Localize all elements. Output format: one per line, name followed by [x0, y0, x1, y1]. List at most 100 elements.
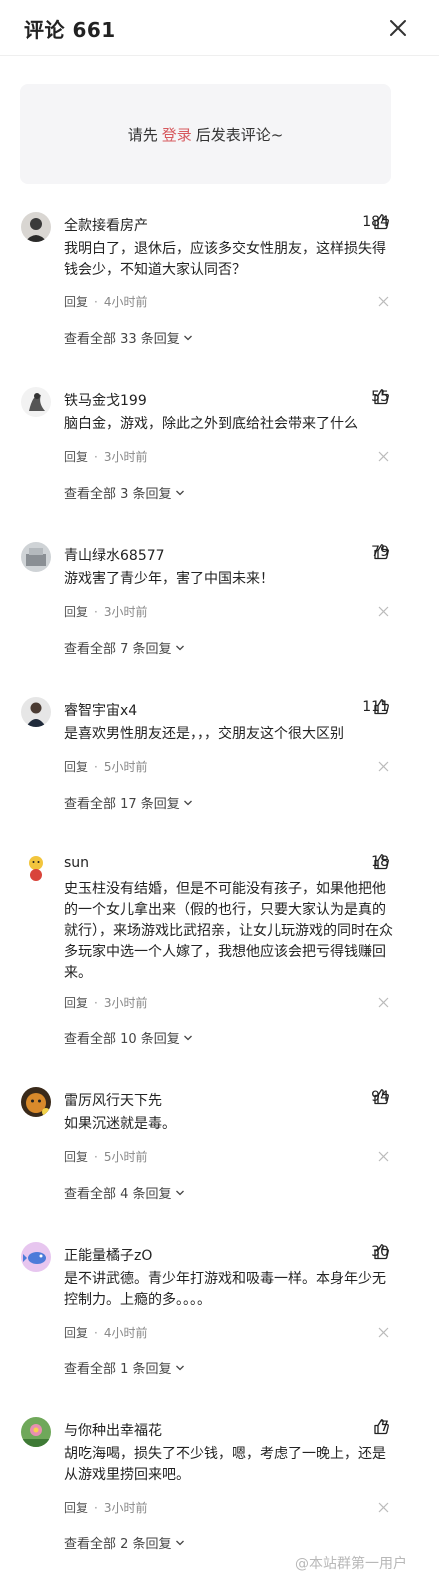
meta-separator: · [94, 450, 98, 464]
comment-content: 脑白金，游戏，除此之外到底给社会带来了什么 [64, 416, 358, 432]
view-all-replies-button[interactable]: 查看全部 4 条回复 [64, 1183, 185, 1202]
view-all-replies-label: 查看全部 2 条回复 [64, 1537, 172, 1552]
view-all-replies-button[interactable]: 查看全部 33 条回复 [64, 328, 193, 347]
thumbs-up-icon[interactable] [373, 698, 390, 715]
reply-button[interactable]: 回复 [64, 1150, 88, 1164]
avatar[interactable] [21, 697, 51, 727]
comment-meta: 回复 · 4小时前 [64, 1324, 147, 1341]
meta-separator: · [94, 996, 98, 1010]
view-all-replies-label: 查看全部 4 条回复 [64, 1187, 172, 1202]
chevron-down-icon [175, 1190, 184, 1195]
comment-time: 4小时前 [103, 1326, 148, 1340]
thumbs-up-icon[interactable] [373, 213, 390, 230]
meta-separator: · [94, 1501, 98, 1515]
comment-meta: 回复 · 3小时前 [64, 1499, 147, 1516]
comment-content: 是不讲武德。青少年打游戏和吸毒一样。本身年少无控制力。上瘾的多。。。。 [64, 1271, 386, 1308]
thumbs-up-icon[interactable] [373, 388, 390, 405]
avatar[interactable] [21, 1087, 51, 1117]
view-all-replies-button[interactable]: 查看全部 3 条回复 [64, 483, 185, 502]
reply-button[interactable]: 回复 [64, 1326, 88, 1340]
reply-button[interactable]: 回复 [64, 295, 88, 309]
reply-button[interactable]: 回复 [64, 760, 88, 774]
thumbs-up-icon[interactable] [373, 1088, 390, 1105]
avatar[interactable] [21, 542, 51, 572]
delete-icon[interactable] [378, 451, 389, 462]
comment-time: 3小时前 [103, 1501, 148, 1515]
avatar[interactable] [21, 1242, 51, 1272]
avatar[interactable] [21, 852, 51, 882]
view-all-replies-button[interactable]: 查看全部 7 条回复 [64, 638, 185, 657]
chevron-down-icon [175, 1540, 184, 1545]
comment-username[interactable]: sun [64, 855, 89, 871]
meta-separator: · [94, 295, 98, 309]
close-button[interactable] [386, 16, 410, 40]
meta-separator: · [94, 760, 98, 774]
comment-content: 史玉柱没有结婚，但是不可能没有孩子，如果他把他的一个女儿拿出来（假的也行，只要大… [64, 881, 393, 981]
comments-header: 评论 661 [0, 0, 439, 56]
comment-time: 4小时前 [103, 295, 148, 309]
comment-meta: 回复 · 4小时前 [64, 293, 147, 310]
view-all-replies-label: 查看全部 33 条回复 [64, 332, 180, 347]
comment-meta: 回复 · 3小时前 [64, 994, 147, 1011]
comment-username[interactable]: 正能量橘子zO [64, 1245, 152, 1265]
thumbs-up-icon[interactable] [373, 853, 390, 870]
watermark: @本站群第一用户 [295, 1556, 407, 1572]
comment-username[interactable]: 铁马金戈199 [64, 390, 147, 410]
close-icon [390, 20, 406, 36]
delete-icon[interactable] [378, 606, 389, 617]
delete-icon[interactable] [378, 761, 389, 772]
view-all-replies-label: 查看全部 10 条回复 [64, 1032, 180, 1047]
delete-icon[interactable] [378, 1327, 389, 1338]
reply-button[interactable]: 回复 [64, 605, 88, 619]
login-prompt-after: 后发表评论~ [195, 125, 284, 144]
chevron-down-icon [183, 335, 192, 340]
comment-meta: 回复 · 5小时前 [64, 1148, 147, 1165]
comment-content: 如果沉迷就是毒。 [64, 1116, 176, 1132]
view-all-replies-label: 查看全部 7 条回复 [64, 642, 172, 657]
comment-time: 3小时前 [103, 996, 148, 1010]
chevron-down-icon [175, 645, 184, 650]
meta-separator: · [94, 605, 98, 619]
comment-username[interactable]: 青山绿水68577 [64, 545, 165, 565]
comment-username[interactable]: 雷厉风行天下先 [64, 1090, 162, 1110]
avatar[interactable] [21, 1417, 51, 1447]
reply-button[interactable]: 回复 [64, 1501, 88, 1515]
comment-time: 3小时前 [103, 605, 148, 619]
thumbs-up-icon[interactable] [373, 1418, 390, 1435]
reply-button[interactable]: 回复 [64, 996, 88, 1010]
reply-button[interactable]: 回复 [64, 450, 88, 464]
view-all-replies-button[interactable]: 查看全部 10 条回复 [64, 1028, 193, 1047]
login-link[interactable]: 登录 [162, 124, 192, 145]
view-all-replies-button[interactable]: 查看全部 17 条回复 [64, 793, 193, 812]
comments-title: 评论 661 [24, 18, 116, 42]
login-prompt-before: 请先 [127, 125, 158, 144]
chevron-down-icon [175, 1365, 184, 1370]
meta-separator: · [94, 1150, 98, 1164]
comment-username[interactable]: 全款接看房产 [64, 215, 148, 235]
comment-content: 游戏害了青少年，害了中国未来！ [64, 571, 274, 587]
comment-meta: 回复 · 3小时前 [64, 448, 147, 465]
meta-separator: · [94, 1326, 98, 1340]
thumbs-up-icon[interactable] [373, 543, 390, 560]
delete-icon[interactable] [378, 1502, 389, 1513]
comment-time: 5小时前 [103, 1150, 148, 1164]
thumbs-up-icon[interactable] [373, 1243, 390, 1260]
delete-icon[interactable] [378, 1151, 389, 1162]
chevron-down-icon [175, 490, 184, 495]
comment-time: 3小时前 [103, 450, 148, 464]
delete-icon[interactable] [378, 296, 389, 307]
view-all-replies-button[interactable]: 查看全部 1 条回复 [64, 1358, 185, 1377]
view-all-replies-label: 查看全部 1 条回复 [64, 1362, 172, 1377]
comment-username[interactable]: 与你种出幸福花 [64, 1420, 162, 1440]
view-all-replies-button[interactable]: 查看全部 2 条回复 [64, 1533, 185, 1552]
view-all-replies-label: 查看全部 3 条回复 [64, 487, 172, 502]
login-prompt: 请先 登录 后发表评论~ [20, 84, 391, 184]
comment-content: 我明白了，退休后，应该多交女性朋友，这样损失得钱会少，不知道大家认同否？ [64, 241, 386, 278]
comment-meta: 回复 · 3小时前 [64, 603, 147, 620]
delete-icon[interactable] [378, 997, 389, 1008]
avatar[interactable] [21, 212, 51, 242]
chevron-down-icon [183, 1035, 192, 1040]
avatar[interactable] [21, 387, 51, 417]
comment-content: 是喜欢男性朋友还是，，，交朋友这个很大区别 [64, 726, 344, 742]
comment-username[interactable]: 睿智宇宙x4 [64, 700, 137, 720]
